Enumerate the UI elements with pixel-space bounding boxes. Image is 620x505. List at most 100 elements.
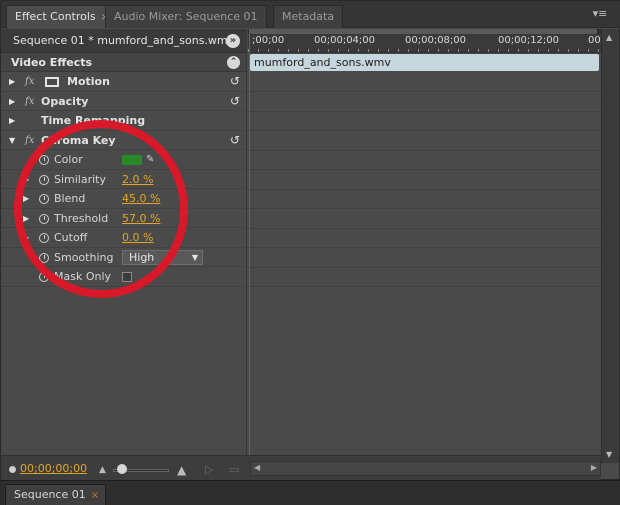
fx-toggle-icon[interactable]: fx bbox=[25, 72, 34, 92]
video-effects-header: Video Effects ⌃ bbox=[1, 53, 246, 72]
track-divider bbox=[248, 91, 601, 92]
tab-bar: Effect Controls× Audio Mixer: Sequence 0… bbox=[1, 1, 620, 29]
track-divider bbox=[248, 208, 601, 209]
effect-row-opacity[interactable]: ▶ fx Opacity ↺ bbox=[1, 92, 246, 112]
param-row-similarity: ▶ Similarity 2.0 % bbox=[1, 170, 246, 190]
scroll-down-icon[interactable]: ▼ bbox=[606, 450, 612, 459]
tab-effect-controls-label: Effect Controls bbox=[15, 10, 96, 23]
stopwatch-icon[interactable] bbox=[39, 194, 49, 204]
scroll-left-icon[interactable]: ◀ bbox=[254, 463, 260, 472]
timeline-area[interactable]: ;00;00 00;00;04;00 00;00;08;00 00;00;12;… bbox=[248, 29, 601, 455]
timecode-dot-icon bbox=[9, 466, 16, 473]
cutoff-value[interactable]: 0.0 % bbox=[122, 228, 153, 248]
smoothing-select-value: High bbox=[129, 250, 155, 264]
fx-toggle-icon[interactable]: fx bbox=[25, 131, 34, 151]
motion-icon[interactable] bbox=[45, 77, 59, 87]
ruler-tick-label: ;00;00 bbox=[252, 35, 285, 46]
current-timecode[interactable]: 00;00;00;00 bbox=[20, 456, 87, 482]
eyedropper-icon[interactable]: ✎ bbox=[146, 150, 154, 170]
expand-triangle-icon[interactable]: ▶ bbox=[23, 189, 29, 209]
param-label-color: Color bbox=[54, 153, 83, 166]
tab-sequence-01[interactable]: Sequence 01 × bbox=[5, 484, 107, 505]
track-divider bbox=[248, 111, 601, 112]
panel-menu-icon[interactable]: ▾≡ bbox=[591, 6, 609, 22]
expand-triangle-icon[interactable]: ▶ bbox=[23, 209, 29, 229]
blend-value[interactable]: 45.0 % bbox=[122, 189, 160, 209]
collapse-triangle-icon[interactable]: ▼ bbox=[9, 131, 15, 151]
threshold-value[interactable]: 57.0 % bbox=[122, 209, 160, 229]
time-ruler[interactable]: ;00;00 00;00;04;00 00;00;08;00 00;00;12;… bbox=[248, 29, 601, 53]
vertical-scrollbar[interactable]: ▲ ▼ bbox=[601, 29, 619, 463]
param-label-smoothing: Smoothing bbox=[54, 250, 114, 264]
stopwatch-icon[interactable] bbox=[39, 213, 49, 224]
chevron-down-icon: ▼ bbox=[191, 252, 198, 262]
sequence-header: Sequence 01 * mumford_and_sons.wmv » bbox=[1, 29, 246, 53]
param-row-blend: ▶ Blend 45.0 % bbox=[1, 189, 246, 209]
param-label-blend: Blend bbox=[54, 192, 86, 205]
fx-toggle-icon[interactable]: fx bbox=[25, 92, 34, 112]
stopwatch-icon[interactable] bbox=[39, 252, 49, 263]
stopwatch-icon[interactable] bbox=[39, 272, 49, 282]
expand-triangle-icon[interactable]: ▶ bbox=[23, 170, 29, 190]
reset-icon[interactable]: ↺ bbox=[230, 95, 240, 107]
color-swatch[interactable] bbox=[122, 155, 142, 165]
collapse-icon[interactable]: ⌃ bbox=[227, 56, 240, 69]
effect-label-motion: Motion bbox=[67, 75, 110, 88]
param-row-color: Color ✎ bbox=[1, 150, 246, 170]
horizontal-scrollbar[interactable]: ◀ ▶ bbox=[250, 461, 601, 476]
mask-only-checkbox[interactable] bbox=[122, 272, 132, 282]
tab-metadata-label: Metadata bbox=[282, 10, 335, 23]
track-divider bbox=[248, 228, 601, 229]
ruler-scroll-thumb[interactable] bbox=[250, 29, 597, 34]
loop-icon[interactable]: ▭ bbox=[229, 463, 239, 476]
scroll-right-icon[interactable]: ▶ bbox=[591, 463, 597, 472]
track-divider bbox=[248, 130, 601, 131]
effects-list: Sequence 01 * mumford_and_sons.wmv » Vid… bbox=[1, 29, 247, 455]
expand-triangle-icon[interactable]: ▶ bbox=[9, 92, 15, 112]
clip-bar[interactable]: mumford_and_sons.wmv bbox=[250, 54, 599, 71]
param-row-smoothing: Smoothing High ▼ bbox=[1, 248, 246, 267]
playhead[interactable] bbox=[249, 29, 250, 455]
bottom-toolbar: 00;00;00;00 ▲ ▲ ▷ ▭ ◀ ▶ bbox=[1, 455, 601, 481]
stopwatch-icon[interactable] bbox=[39, 233, 49, 243]
effect-label-chroma-key: Chroma Key bbox=[41, 133, 116, 147]
effect-row-motion[interactable]: ▶ fx Motion ↺ bbox=[1, 72, 246, 92]
clip-name: mumford_and_sons.wmv bbox=[254, 56, 391, 69]
show-hide-timeline-icon[interactable]: » bbox=[226, 34, 240, 48]
track-divider bbox=[248, 169, 601, 170]
zoom-slider-handle[interactable] bbox=[117, 464, 127, 474]
effect-label-time-remapping: Time Remapping bbox=[41, 114, 146, 127]
track-divider bbox=[248, 247, 601, 248]
zoom-out-icon[interactable]: ▲ bbox=[99, 465, 106, 475]
ruler-scrollbar[interactable] bbox=[248, 29, 601, 34]
zoom-in-icon[interactable]: ▲ bbox=[177, 463, 186, 477]
reset-icon[interactable]: ↺ bbox=[230, 75, 240, 87]
ruler-tick-label: 00 bbox=[588, 35, 601, 46]
param-row-threshold: ▶ Threshold 57.0 % bbox=[1, 209, 246, 229]
reset-icon[interactable]: ↺ bbox=[230, 134, 240, 146]
sequence-header-label: Sequence 01 * mumford_and_sons.wmv bbox=[13, 34, 235, 47]
param-row-mask-only: Mask Only bbox=[1, 267, 246, 287]
smoothing-select[interactable]: High ▼ bbox=[122, 249, 203, 265]
tab-audio-mixer[interactable]: Audio Mixer: Sequence 01 bbox=[105, 5, 267, 28]
expand-triangle-icon[interactable]: ▶ bbox=[23, 228, 29, 248]
tab-audio-mixer-label: Audio Mixer: Sequence 01 bbox=[114, 10, 258, 23]
ruler-ticks bbox=[248, 49, 601, 52]
effect-row-time-remapping[interactable]: ▶ Time Remapping bbox=[1, 111, 246, 131]
stopwatch-icon[interactable] bbox=[39, 155, 49, 165]
tab-metadata[interactable]: Metadata bbox=[273, 5, 343, 28]
stopwatch-icon[interactable] bbox=[39, 174, 49, 185]
scroll-up-icon[interactable]: ▲ bbox=[606, 33, 612, 42]
expand-triangle-icon[interactable]: ▶ bbox=[9, 111, 15, 131]
track-divider bbox=[248, 267, 601, 268]
similarity-value[interactable]: 2.0 % bbox=[122, 170, 153, 190]
tab-effect-controls[interactable]: Effect Controls× bbox=[6, 5, 119, 29]
close-icon[interactable]: × bbox=[91, 490, 99, 501]
ruler-tick-label: 00;00;12;00 bbox=[498, 35, 560, 46]
tab-sequence-01-label: Sequence 01 bbox=[14, 488, 86, 501]
play-audio-icon[interactable]: ▷ bbox=[205, 463, 213, 476]
track-divider bbox=[248, 150, 601, 151]
lower-tab-bar: Sequence 01 × bbox=[0, 480, 620, 505]
expand-triangle-icon[interactable]: ▶ bbox=[9, 72, 15, 92]
effect-row-chroma-key[interactable]: ▼ fx Chroma Key ↺ bbox=[1, 131, 246, 151]
